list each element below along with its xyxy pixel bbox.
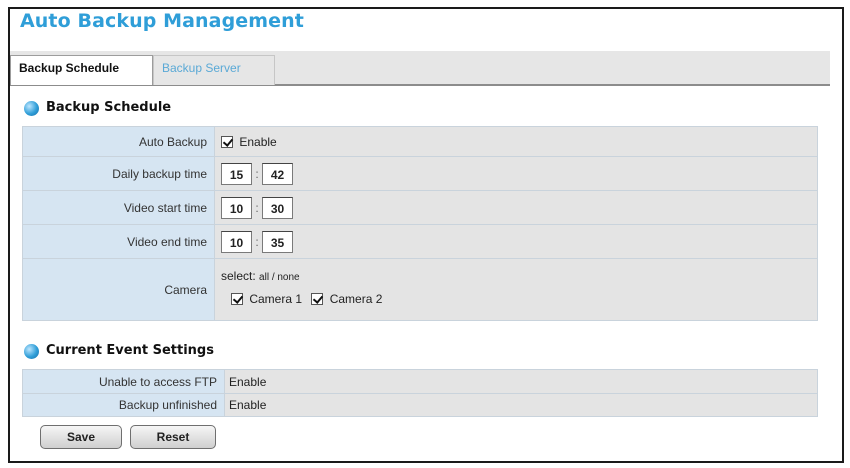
label-camera: Camera — [22, 258, 215, 321]
daily-backup-minute-input[interactable]: 42 — [262, 162, 293, 185]
label-auto-backup: Auto Backup — [22, 126, 215, 157]
row-daily-backup-time: Daily backup time 15:42 — [22, 156, 818, 191]
camera-select-all-none-link[interactable]: all / none — [259, 272, 300, 283]
tab-backup-server[interactable]: Backup Server — [153, 55, 275, 85]
section-bullet-icon — [24, 344, 39, 359]
camera-2-checkbox[interactable] — [311, 293, 324, 306]
label-daily-backup-time: Daily backup time — [22, 156, 215, 191]
row-unable-to-access-ftp: Unable to access FTP Enable — [22, 369, 818, 394]
label-unable-to-access-ftp: Unable to access FTP — [22, 369, 225, 394]
auto-backup-checkbox[interactable] — [221, 135, 233, 148]
row-backup-unfinished: Backup unfinished Enable — [22, 393, 818, 417]
backup-schedule-table: Auto Backup Enable Daily backup time 15:… — [22, 126, 818, 321]
row-video-end-time: Video end time 10:35 — [22, 224, 818, 259]
video-start-minute-input[interactable]: 30 — [262, 196, 293, 219]
section-title-current-event-settings: Current Event Settings — [46, 343, 214, 358]
time-separator: : — [255, 200, 259, 215]
tab-bar: Backup Schedule Backup Server — [10, 51, 830, 86]
row-auto-backup: Auto Backup Enable — [22, 126, 818, 157]
section-bullet-icon — [24, 101, 39, 116]
time-separator: : — [255, 166, 259, 181]
label-backup-unfinished: Backup unfinished — [22, 393, 225, 417]
video-start-hour-input[interactable]: 10 — [221, 196, 252, 219]
camera-2-label: Camera 2 — [329, 292, 383, 307]
label-video-end-time: Video end time — [22, 224, 215, 259]
camera-1-label: Camera 1 — [249, 292, 303, 307]
video-end-minute-input[interactable]: 35 — [262, 230, 293, 253]
label-video-start-time: Video start time — [22, 190, 215, 225]
reset-button[interactable]: Reset — [130, 425, 216, 449]
tab-backup-schedule[interactable]: Backup Schedule — [10, 55, 153, 85]
auto-backup-enable-label: Enable — [239, 134, 277, 149]
value-unable-to-access-ftp: Enable — [224, 369, 818, 394]
page-title: Auto Backup Management — [20, 10, 304, 32]
camera-select-label: select: — [221, 268, 256, 283]
video-end-hour-input[interactable]: 10 — [221, 230, 252, 253]
camera-1-checkbox[interactable] — [231, 293, 243, 306]
daily-backup-hour-input[interactable]: 15 — [221, 162, 252, 185]
section-title-backup-schedule: Backup Schedule — [46, 100, 172, 115]
time-separator: : — [255, 234, 259, 249]
event-settings-table: Unable to access FTP Enable Backup unfin… — [22, 369, 818, 417]
value-backup-unfinished: Enable — [224, 393, 818, 417]
save-button[interactable]: Save — [40, 425, 122, 449]
row-video-start-time: Video start time 10:30 — [22, 190, 818, 225]
row-camera: Camera select: all / none Camera 1 Camer… — [22, 258, 818, 321]
